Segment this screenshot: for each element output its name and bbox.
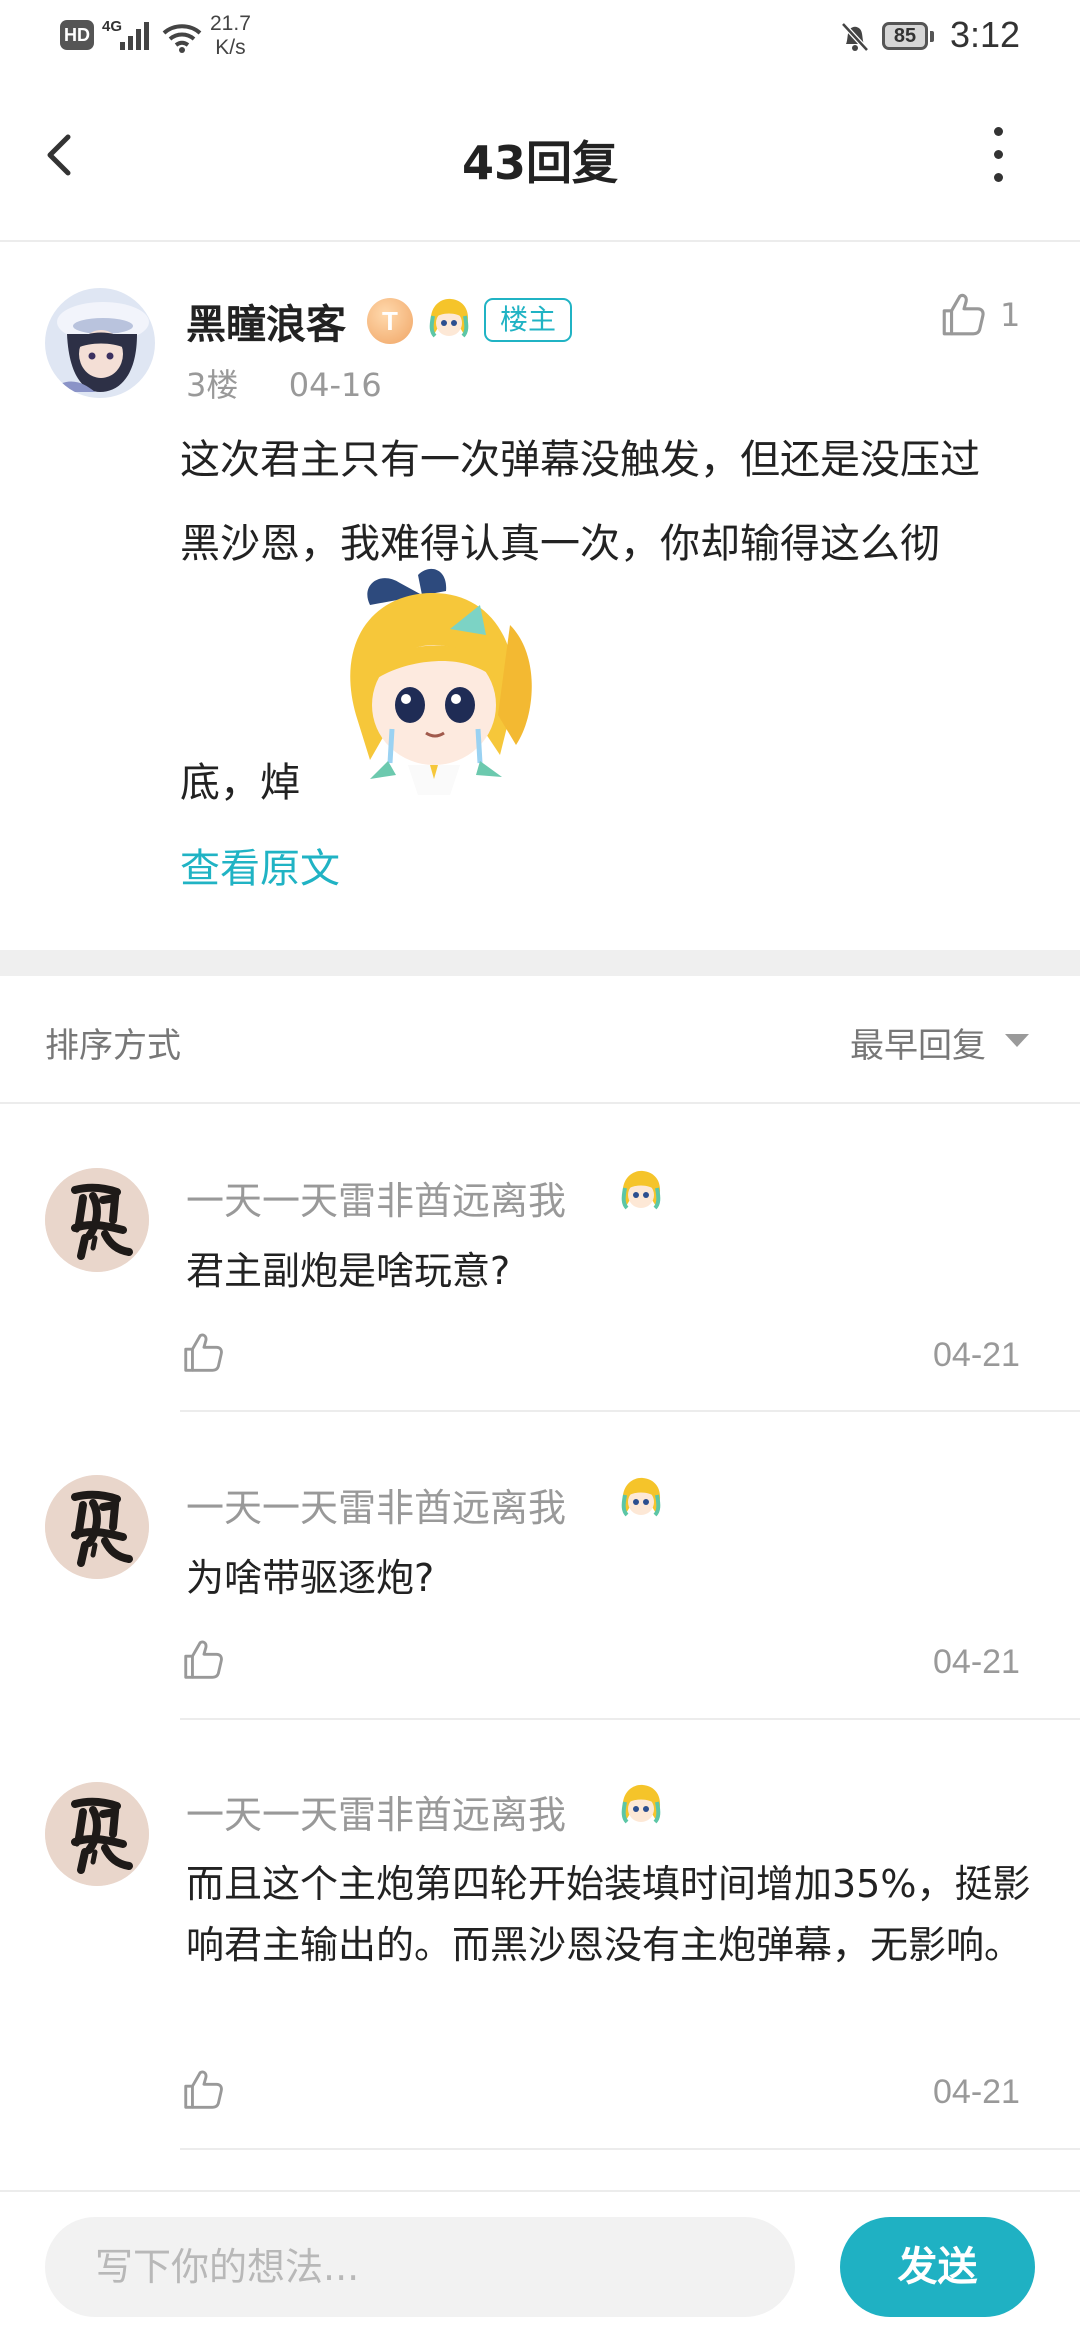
status-time: 3:12 <box>950 14 1021 55</box>
reply-date: 04-21 <box>933 2073 1020 2111</box>
battery-tip <box>930 31 934 42</box>
comment-input[interactable] <box>45 2217 795 2317</box>
avatar-image <box>45 288 155 398</box>
post-body-tail: 底，焯 <box>180 760 300 806</box>
reply-author[interactable]: 一天一天雷非酋远离我 <box>186 1170 566 1225</box>
post-date: 04-16 <box>288 366 382 404</box>
mute-bell-icon <box>841 22 869 52</box>
comment-composer: 发送 <box>0 2190 1080 2342</box>
thumbs-up-icon[interactable] <box>180 1330 226 1376</box>
reply-text: 为啥带驱逐炮? <box>186 1556 435 1600</box>
hd-icon: HD <box>60 20 94 50</box>
reply-avatar[interactable] <box>45 1782 149 1886</box>
level-badge-icon: T <box>367 298 413 344</box>
reply-author[interactable]: 一天一天雷非酋远离我 <box>186 1784 566 1839</box>
author-avatar[interactable] <box>45 288 155 398</box>
status-bar: HD 4G 21.7 K/s 85 3:12 <box>0 0 1080 75</box>
thumbs-up-icon[interactable] <box>180 1637 226 1683</box>
thumbs-up-icon[interactable] <box>938 290 988 340</box>
sticker-image <box>350 568 532 795</box>
view-original-link[interactable]: 查看原文 <box>180 836 340 894</box>
top-app-bar: 43回复 <box>0 75 1080 242</box>
signal-icon <box>120 22 149 50</box>
like-count: 1 <box>1000 296 1021 334</box>
emoji-girl-icon <box>425 296 473 344</box>
sort-dropdown[interactable]: 最早回复 <box>850 1018 986 1067</box>
emoji-girl-icon <box>617 1475 665 1523</box>
reply-avatar[interactable] <box>45 1168 149 1272</box>
divider <box>180 1718 1080 1720</box>
reply-text: 君主副炮是啥玩意? <box>186 1249 511 1293</box>
op-tag: 楼主 <box>484 298 572 342</box>
emoji-girl-icon <box>617 1168 665 1216</box>
reply-date: 04-21 <box>933 1336 1020 1374</box>
sort-label: 排序方式 <box>45 1026 181 1066</box>
network-speed: 21.7 K/s <box>210 12 251 59</box>
divider <box>180 2148 1080 2150</box>
post-meta: 3楼 04-16 <box>186 360 382 406</box>
reply-avatar[interactable] <box>45 1475 149 1579</box>
page-title: 43回复 <box>461 136 618 190</box>
more-options-button[interactable] <box>978 119 1018 191</box>
reply-author[interactable]: 一天一天雷非酋远离我 <box>186 1477 566 1532</box>
battery-icon: 85 <box>882 22 928 50</box>
back-button[interactable] <box>40 123 100 187</box>
reply-text: 而且这个主炮第四轮开始装填时间增加35%，挺影响君主输出的。而黑沙恩没有主炮弹幕… <box>186 1862 1031 1967</box>
thumbs-up-icon[interactable] <box>180 2067 226 2113</box>
back-arrow-icon <box>47 134 71 176</box>
divider <box>0 1102 1080 1104</box>
post-body: 这次君主只有一次弹幕没触发，但还是没压过 黑沙恩，我难得认真一次，你却输得这么彻 <box>180 437 980 567</box>
send-button[interactable]: 发送 <box>840 2217 1035 2317</box>
floor-number: 3楼 <box>186 366 239 404</box>
wifi-icon <box>162 24 202 53</box>
emoji-girl-icon <box>617 1782 665 1830</box>
reply-date: 04-21 <box>933 1643 1020 1681</box>
caret-down-icon[interactable] <box>1005 1034 1029 1047</box>
divider <box>180 1410 1080 1412</box>
author-name[interactable]: 黑瞳浪客 <box>186 292 346 350</box>
section-divider <box>0 950 1080 976</box>
